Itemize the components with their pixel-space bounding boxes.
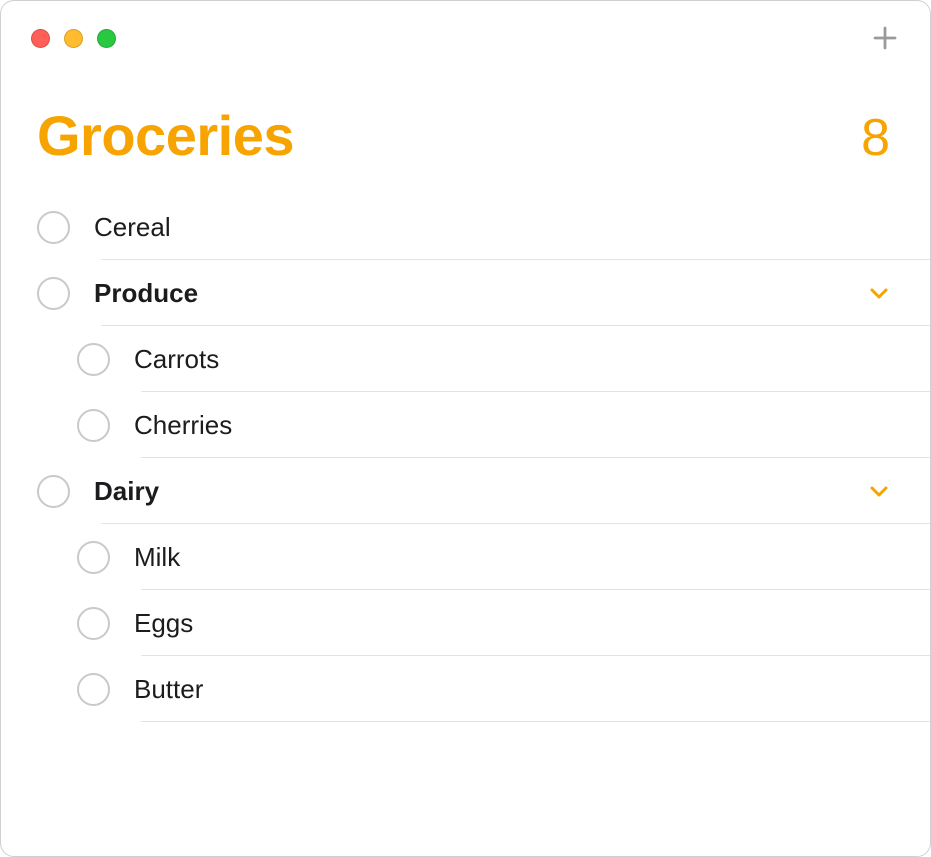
reminder-item-milk[interactable]: Milk	[1, 524, 930, 590]
expand-toggle[interactable]	[868, 282, 890, 304]
reminder-label: Milk	[134, 542, 930, 573]
complete-toggle[interactable]	[37, 277, 70, 310]
window-controls	[31, 29, 116, 48]
minimize-window-button[interactable]	[64, 29, 83, 48]
reminder-item-butter[interactable]: Butter	[1, 656, 930, 722]
reminders-window: Groceries 8 Cereal Produce Carrots	[0, 0, 931, 857]
reminders-list: Cereal Produce Carrots Cherries D	[1, 186, 930, 722]
reminder-group-dairy[interactable]: Dairy	[1, 458, 930, 524]
complete-toggle[interactable]	[77, 673, 110, 706]
complete-toggle[interactable]	[77, 343, 110, 376]
reminder-label: Carrots	[134, 344, 930, 375]
reminder-label: Cereal	[94, 212, 930, 243]
reminder-group-produce[interactable]: Produce	[1, 260, 930, 326]
reminder-label: Butter	[134, 674, 930, 705]
complete-toggle[interactable]	[37, 211, 70, 244]
chevron-down-icon	[868, 282, 890, 304]
reminder-item-eggs[interactable]: Eggs	[1, 590, 930, 656]
reminder-label: Eggs	[134, 608, 930, 639]
expand-toggle[interactable]	[868, 480, 890, 502]
list-count: 8	[861, 108, 890, 168]
complete-toggle[interactable]	[77, 409, 110, 442]
complete-toggle[interactable]	[77, 607, 110, 640]
reminder-label: Cherries	[134, 410, 930, 441]
close-window-button[interactable]	[31, 29, 50, 48]
list-title: Groceries	[37, 103, 294, 168]
titlebar	[1, 1, 930, 63]
add-reminder-button[interactable]	[870, 23, 900, 53]
reminder-item-cherries[interactable]: Cherries	[1, 392, 930, 458]
zoom-window-button[interactable]	[97, 29, 116, 48]
list-header: Groceries 8	[1, 63, 930, 186]
reminder-item-cereal[interactable]: Cereal	[1, 194, 930, 260]
complete-toggle[interactable]	[77, 541, 110, 574]
complete-toggle[interactable]	[37, 475, 70, 508]
reminder-item-carrots[interactable]: Carrots	[1, 326, 930, 392]
plus-icon	[871, 24, 899, 52]
chevron-down-icon	[868, 480, 890, 502]
reminder-label: Produce	[94, 278, 868, 309]
separator	[141, 721, 930, 722]
reminder-label: Dairy	[94, 476, 868, 507]
